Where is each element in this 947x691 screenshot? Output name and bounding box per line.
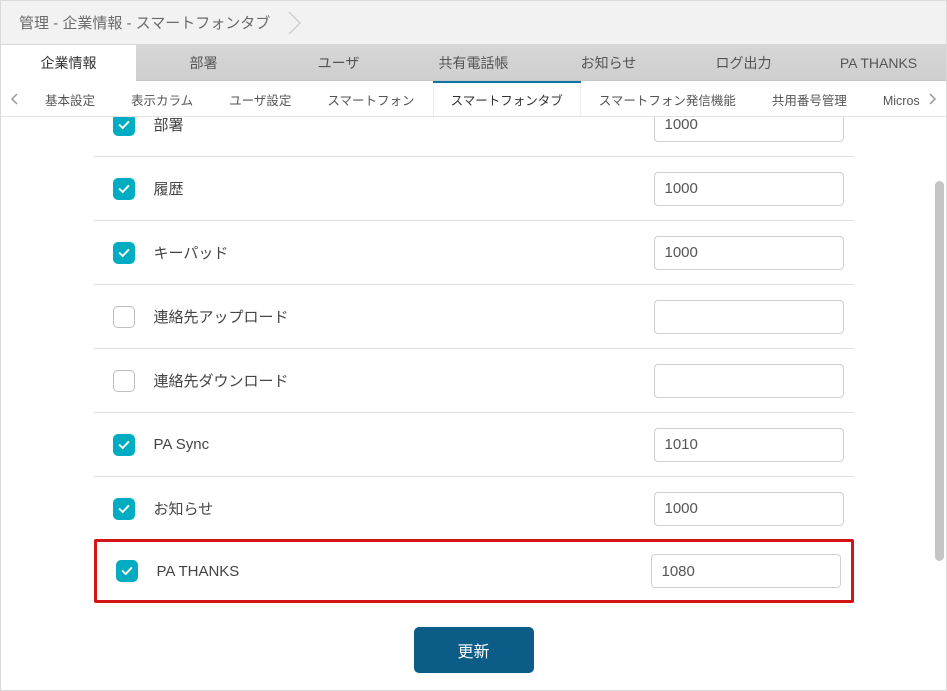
setting-label: PA Sync — [154, 436, 634, 453]
scrollbar-thumb[interactable] — [935, 181, 944, 561]
subtab-display-columns[interactable]: 表示カラム — [113, 81, 211, 116]
tab-company-info[interactable]: 企業情報 — [1, 45, 136, 80]
subtab-smartphone-tab[interactable]: スマートフォンタブ — [433, 81, 581, 116]
check-icon — [117, 182, 131, 196]
subtab-shared-number[interactable]: 共用番号管理 — [754, 81, 865, 116]
sub-tabs-row: 基本設定 表示カラム ユーザ設定 スマートフォン スマートフォンタブ スマートフ… — [1, 81, 946, 117]
setting-row-pa-sync: PA Sync — [94, 413, 854, 477]
subtab-label: スマートフォン — [327, 90, 414, 109]
setting-value-keypad[interactable] — [654, 236, 844, 270]
setting-label: 部署 — [154, 117, 634, 135]
checkbox-contacts-download[interactable] — [113, 370, 135, 392]
tab-user[interactable]: ユーザ — [271, 45, 406, 80]
chevron-right-icon — [929, 93, 937, 105]
setting-row-pa-thanks: PA THANKS — [97, 542, 851, 600]
check-icon — [117, 246, 131, 260]
checkbox-contacts-upload[interactable] — [113, 306, 135, 328]
setting-label: PA THANKS — [157, 563, 631, 580]
settings-list: 部署 履歴 — [94, 117, 854, 685]
subtab-label: 表示カラム — [131, 90, 193, 109]
main-tabs: 企業情報 部署 ユーザ 共有電話帳 お知らせ ログ出力 PA THANKS — [1, 45, 946, 81]
tab-label: 部署 — [190, 53, 218, 73]
setting-label: 履歴 — [154, 178, 634, 199]
setting-label: キーパッド — [154, 242, 634, 263]
setting-row-notice: お知らせ — [94, 477, 854, 541]
tab-label: 企業情報 — [41, 53, 97, 73]
setting-row-history: 履歴 — [94, 157, 854, 221]
setting-label: お知らせ — [154, 498, 634, 519]
tab-label: ユーザ — [318, 53, 360, 73]
checkbox-notice[interactable] — [113, 498, 135, 520]
sub-tabs-scroll-right[interactable] — [920, 81, 946, 116]
subtab-label: スマートフォン発信機能 — [599, 90, 736, 109]
checkbox-pa-thanks[interactable] — [116, 560, 138, 582]
tab-log-output[interactable]: ログ出力 — [676, 45, 811, 80]
subtab-label: 基本設定 — [45, 90, 95, 109]
checkbox-department[interactable] — [113, 117, 135, 136]
tab-label: ログ出力 — [716, 53, 772, 73]
setting-row-contacts-upload: 連絡先アップロード — [94, 285, 854, 349]
check-icon — [120, 564, 134, 578]
subtab-label: ユーザ設定 — [229, 90, 291, 109]
breadcrumb-text: 管理 - 企業情報 - スマートフォンタブ — [19, 12, 270, 33]
setting-value-notice[interactable] — [654, 492, 844, 526]
tab-label: PA THANKS — [840, 55, 917, 71]
chevron-right-icon — [288, 11, 302, 35]
setting-value-department[interactable] — [654, 117, 844, 142]
subtab-label: スマートフォンタブ — [451, 90, 563, 109]
subtab-basic-settings[interactable]: 基本設定 — [27, 81, 113, 116]
tab-notice[interactable]: お知らせ — [541, 45, 676, 80]
setting-row-keypad: キーパッド — [94, 221, 854, 285]
subtab-smartphone-call[interactable]: スマートフォン発信機能 — [581, 81, 754, 116]
setting-label: 連絡先ダウンロード — [154, 370, 634, 391]
tab-label: お知らせ — [581, 53, 637, 73]
update-button[interactable]: 更新 — [414, 627, 534, 673]
content-area: 部署 履歴 — [1, 117, 946, 666]
subtab-label: Microsoft 365設定 — [883, 90, 920, 109]
check-icon — [117, 118, 131, 132]
subtab-smartphone[interactable]: スマートフォン — [309, 81, 432, 116]
subtab-label: 共用番号管理 — [772, 90, 847, 109]
vertical-scrollbar[interactable] — [935, 181, 945, 611]
setting-value-pa-thanks[interactable] — [651, 554, 841, 588]
sub-tabs-scroll-left[interactable] — [1, 81, 27, 116]
setting-value-contacts-download[interactable] — [654, 364, 844, 398]
chevron-left-icon — [10, 93, 18, 105]
tab-pa-thanks[interactable]: PA THANKS — [811, 45, 946, 80]
check-icon — [117, 502, 131, 516]
setting-row-department: 部署 — [94, 117, 854, 157]
setting-value-pa-sync[interactable] — [654, 428, 844, 462]
breadcrumb: 管理 - 企業情報 - スマートフォンタブ — [1, 1, 946, 45]
tab-department[interactable]: 部署 — [136, 45, 271, 80]
setting-label: 連絡先アップロード — [154, 306, 634, 327]
sub-tabs: 基本設定 表示カラム ユーザ設定 スマートフォン スマートフォンタブ スマートフ… — [27, 81, 920, 116]
setting-value-contacts-upload[interactable] — [654, 300, 844, 334]
checkbox-history[interactable] — [113, 178, 135, 200]
highlight-pa-thanks: PA THANKS — [94, 539, 854, 603]
setting-row-contacts-download: 連絡先ダウンロード — [94, 349, 854, 413]
check-icon — [117, 438, 131, 452]
checkbox-keypad[interactable] — [113, 242, 135, 264]
tab-label: 共有電話帳 — [439, 53, 509, 73]
setting-value-history[interactable] — [654, 172, 844, 206]
subtab-user-settings[interactable]: ユーザ設定 — [211, 81, 309, 116]
tab-shared-phonebook[interactable]: 共有電話帳 — [406, 45, 541, 80]
subtab-m365-settings[interactable]: Microsoft 365設定 — [865, 81, 920, 116]
checkbox-pa-sync[interactable] — [113, 434, 135, 456]
